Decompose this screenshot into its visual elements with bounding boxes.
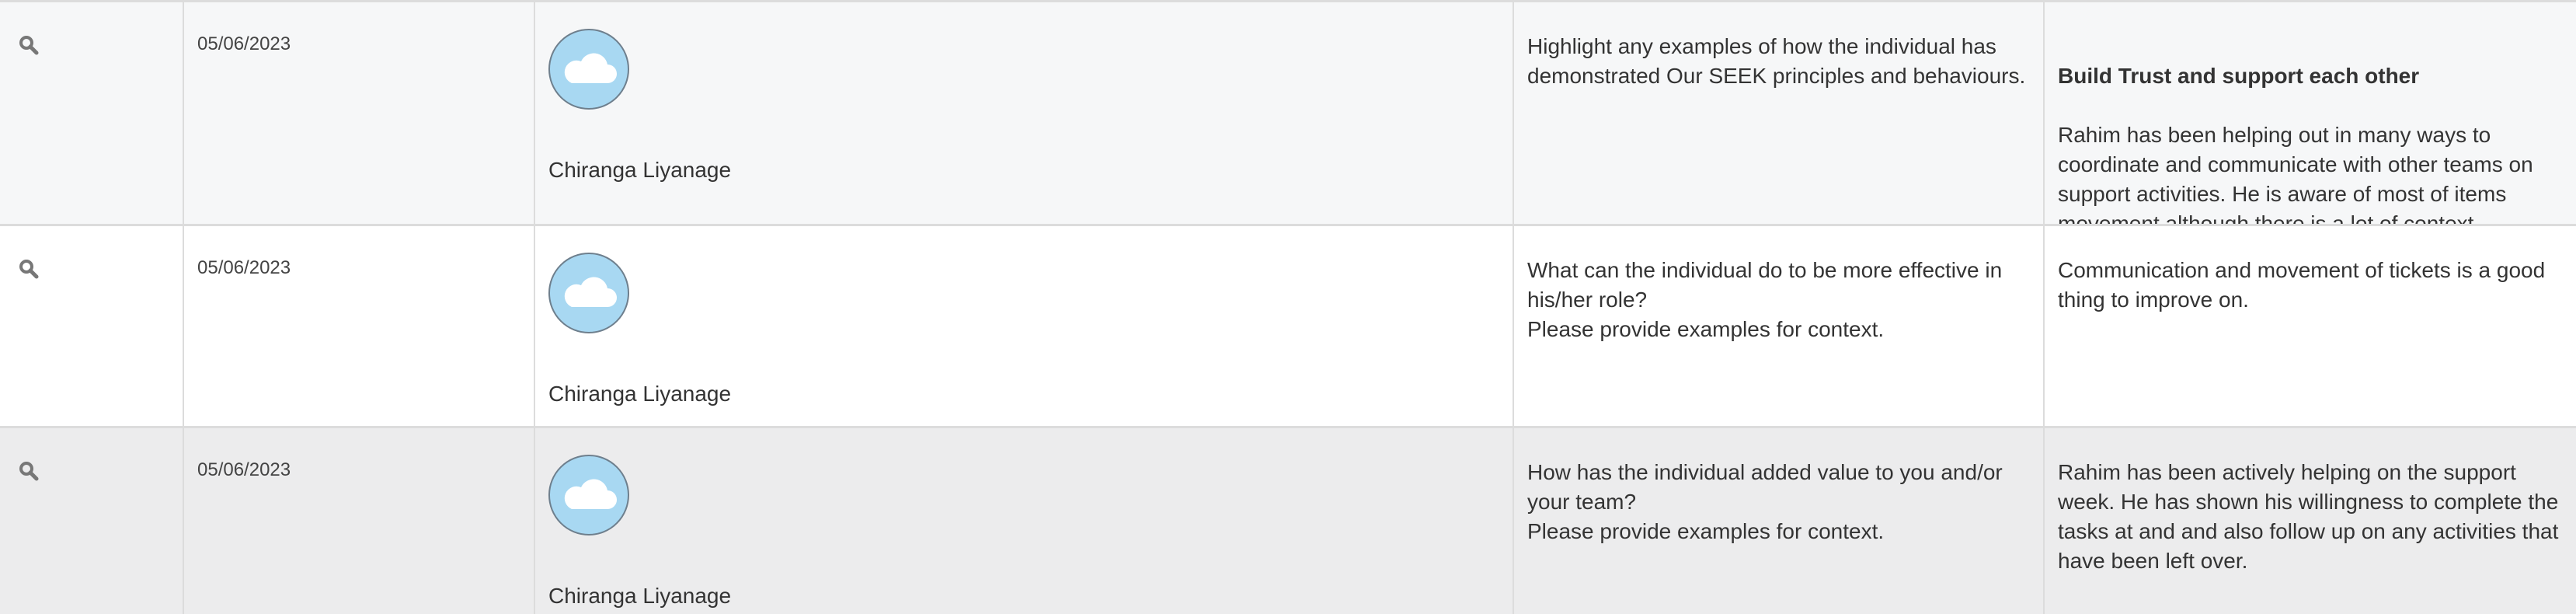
date-cell: 05/06/2023 [184, 226, 535, 426]
person-cell: Chiranga Liyanage [535, 2, 1514, 224]
view-cell [0, 2, 184, 224]
feedback-date: 05/06/2023 [197, 459, 291, 480]
date-cell: 05/06/2023 [184, 2, 535, 224]
question-text: What can the individual do to be more ef… [1527, 258, 2003, 341]
table-row: 05/06/2023 Chiranga Liyanage How has the… [0, 426, 2576, 614]
person-name[interactable]: Chiranga Liyanage [548, 584, 731, 609]
person-name[interactable]: Chiranga Liyanage [548, 382, 731, 406]
feedback-table: 05/06/2023 Chiranga Liyanage Highlight a… [0, 0, 2576, 614]
question-cell: What can the individual do to be more ef… [1514, 226, 2045, 426]
view-cell [0, 226, 184, 426]
answer-text: Rahim has been actively helping on the s… [2058, 460, 2559, 573]
magnifier-icon[interactable] [17, 459, 40, 483]
answer-cell: Rahim has been actively helping on the s… [2045, 428, 2576, 614]
answer-title: Build Trust and support each other [2058, 64, 2420, 88]
table-row: 05/06/2023 Chiranga Liyanage What can th… [0, 224, 2576, 426]
magnifier-icon[interactable] [17, 257, 40, 281]
answer-cell: Build Trust and support each other Rahim… [2045, 2, 2576, 265]
magnifier-icon[interactable] [17, 33, 40, 57]
view-cell [0, 428, 184, 614]
person-cell: Chiranga Liyanage [535, 428, 1514, 614]
cloud-avatar-icon[interactable] [548, 253, 629, 333]
question-cell: Highlight any examples of how the indivi… [1514, 2, 2045, 224]
answer-text: Communication and movement of tickets is… [2058, 258, 2546, 312]
person-cell: Chiranga Liyanage [535, 226, 1514, 426]
date-cell: 05/06/2023 [184, 428, 535, 614]
feedback-date: 05/06/2023 [197, 33, 291, 54]
cloud-avatar-icon[interactable] [548, 29, 629, 110]
question-text: Highlight any examples of how the indivi… [1527, 34, 2026, 88]
table-row: 05/06/2023 Chiranga Liyanage Highlight a… [0, 0, 2576, 265]
question-cell: How has the individual added value to yo… [1514, 428, 2045, 614]
question-text: How has the individual added value to yo… [1527, 460, 2003, 543]
feedback-date: 05/06/2023 [197, 257, 291, 278]
person-name[interactable]: Chiranga Liyanage [548, 158, 731, 183]
answer-cell: Communication and movement of tickets is… [2045, 226, 2576, 426]
cloud-avatar-icon[interactable] [548, 455, 629, 536]
